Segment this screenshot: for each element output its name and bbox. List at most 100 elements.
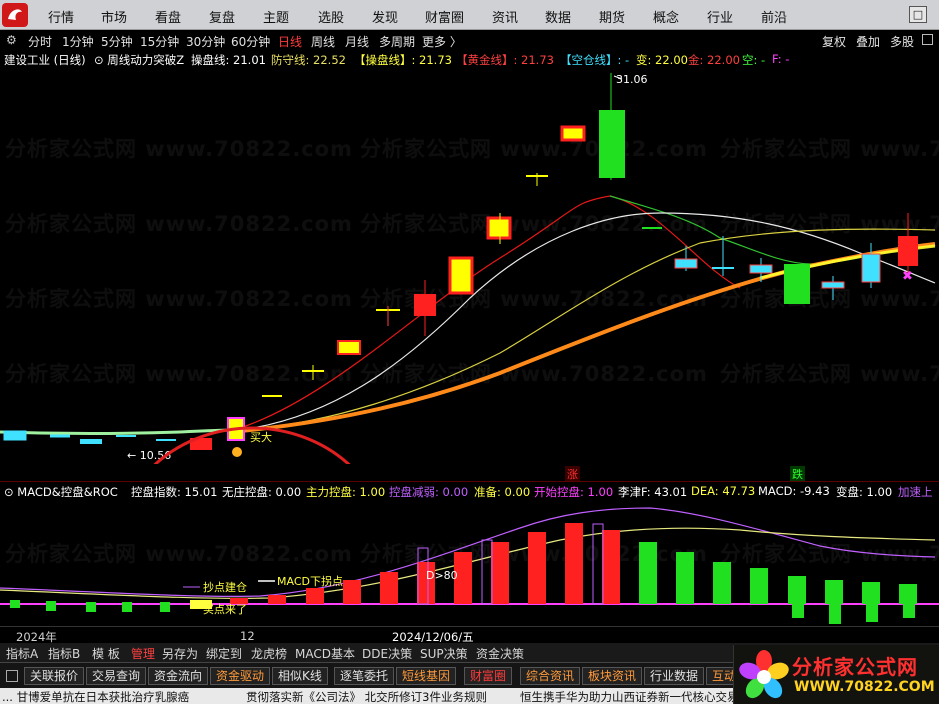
signal-up-badge: 涨 [565,466,580,482]
overlay-button[interactable]: 叠加 [856,33,880,50]
func-button[interactable]: 逐笔委托 [334,667,395,685]
ma-line-white [239,212,936,431]
menu-zhuti[interactable]: 主题 [263,7,289,26]
tab-macd-basic[interactable]: MACD基本 [295,645,355,662]
menu-hangye[interactable]: 行业 [707,7,733,26]
tab-indicator-a[interactable]: 指标A [6,645,38,662]
macd-item: 主力控盘: 1.00 [306,485,386,499]
macd-item: DEA: 47.73 [691,484,756,498]
func-button[interactable]: 资金流向 [148,667,209,685]
buy-marker [232,447,242,457]
menu-qianyan[interactable]: 前沿 [761,7,787,26]
func-button[interactable]: 相似K线 [272,667,328,685]
func-button[interactable]: 关联报价 [24,667,85,685]
menu-shuju[interactable]: 数据 [545,7,571,26]
func-button[interactable]: 资金驱动 [210,667,271,685]
func-button[interactable]: 交易查询 [86,667,147,685]
macd-label-buy: 买点来了 [203,603,247,616]
func-button[interactable]: 财富圈 [464,667,513,685]
candle [560,125,586,142]
tab-dragon-tiger[interactable]: 龙虎榜 [251,645,287,662]
stock-name: 建设工业 (日线) [4,53,86,67]
candle [80,439,102,444]
period-daily[interactable]: 日线 [278,33,302,50]
tab-manage[interactable]: 管理 [131,645,155,662]
tab-save-as[interactable]: 另存为 [162,645,198,662]
period-60min[interactable]: 60分钟 [231,33,270,50]
period-more[interactable]: 更多 〉 [422,33,462,50]
macd-bar [306,588,324,604]
period-30min[interactable]: 30分钟 [186,33,225,50]
signal-down-badge: 跌 [790,466,805,482]
tab-fund-decision[interactable]: 资金决策 [476,645,524,662]
adjust-button[interactable]: 复权 [822,33,846,50]
date-axis: 2024年 12 2024/12/06/五 [0,626,939,644]
price-chart-panel[interactable]: 分析家公式网 www.70822.com 分析家公式网 www.70822.co… [0,68,939,464]
macd-bar [825,580,843,604]
price-indicator-bar: 建设工业 (日线) ⊙ 周线动力突破Z 操盘线: 21.01 防守线: 22.5… [0,50,939,68]
macd-indicator-bar: ⊙ MACD&控盘&ROC 控盘指数: 15.01 无庄控盘: 0.00 主力控… [0,482,939,500]
tab-indicator-b[interactable]: 指标B [48,645,80,662]
menu-caifuquan[interactable]: 财富圈 [425,7,464,26]
candle [821,281,845,289]
candle [337,340,361,355]
candle [486,216,512,240]
menu-gainian[interactable]: 概念 [653,7,679,26]
period-1min[interactable]: 1分钟 [62,33,94,50]
home-icon[interactable] [6,670,18,682]
frame-icon[interactable] [922,34,933,45]
menu-faxian[interactable]: 发现 [372,7,398,26]
macd-bar [866,604,878,622]
macd-bar [602,530,620,604]
macd-bar [829,604,841,624]
news-item[interactable]: ... 甘博爱单抗在日本获批治疗乳腺癌 [2,689,189,704]
tab-bind-to[interactable]: 绑定到 [206,645,242,662]
window-restore-button[interactable]: □ [909,6,927,23]
multi-stock-button[interactable]: 多股 [890,33,914,50]
control-bar [481,539,493,605]
menu-xuangu[interactable]: 选股 [318,7,344,26]
macd-chart-panel[interactable]: 分析家公式网 www.70822.com 分析家公式网 www.70822.co… [0,500,939,626]
period-monthly[interactable]: 月线 [345,33,369,50]
macd-chart: 抄点建仓 MACD下拐点 买点来了 D>80 [0,507,939,624]
info-item: 空: - [742,53,766,67]
candle [749,264,773,274]
candle [674,258,698,269]
func-button[interactable]: 板块资讯 [582,667,643,685]
macd-bar [491,542,509,604]
buy-label: 买大 [250,430,272,444]
sell-cross-icon: ✖ [902,269,913,284]
macd-title-text: MACD&控盘&ROC [17,485,118,499]
period-15min[interactable]: 15分钟 [140,33,179,50]
menu-fupan[interactable]: 复盘 [209,7,235,26]
period-5min[interactable]: 5分钟 [101,33,133,50]
menu-kanpan[interactable]: 看盘 [155,7,181,26]
macd-title[interactable]: ⊙ MACD&控盘&ROC [4,484,118,500]
news-item[interactable]: 恒生携手华为助力山西证券新一代核心交易 [520,689,739,704]
gear-icon[interactable]: ⚙ [6,33,17,47]
app-logo-icon[interactable] [2,3,28,27]
menu-shichang[interactable]: 市场 [101,7,127,26]
candle [861,253,881,283]
macd-bar [639,542,657,604]
menu-zixun[interactable]: 资讯 [492,7,518,26]
macd-item: 开始控盘: 1.00 [534,485,614,499]
macd-bar [528,532,546,604]
tab-dde[interactable]: DDE决策 [362,645,412,662]
macd-bar [676,552,694,604]
period-multi[interactable]: 多周期 [379,33,415,50]
menu-qihuo[interactable]: 期货 [599,7,625,26]
flower-logo-icon [739,650,789,699]
menu-hangqing[interactable]: 行情 [48,7,74,26]
func-button[interactable]: 短线基因 [396,667,457,685]
candle [414,294,436,316]
indicator-name[interactable]: ⊙ 周线动力突破Z [94,52,184,68]
tab-template[interactable]: 模 板 [92,645,120,662]
period-timeshare[interactable]: 分时 [28,33,52,50]
func-button[interactable]: 综合资讯 [520,667,581,685]
ma-line-yellow [239,228,936,431]
tab-sup[interactable]: SUP决策 [420,645,468,662]
func-button[interactable]: 行业数据 [644,667,705,685]
news-item[interactable]: 贯彻落实新《公司法》 北交所修订3件业务规则 [246,689,487,704]
period-weekly[interactable]: 周线 [311,33,335,50]
